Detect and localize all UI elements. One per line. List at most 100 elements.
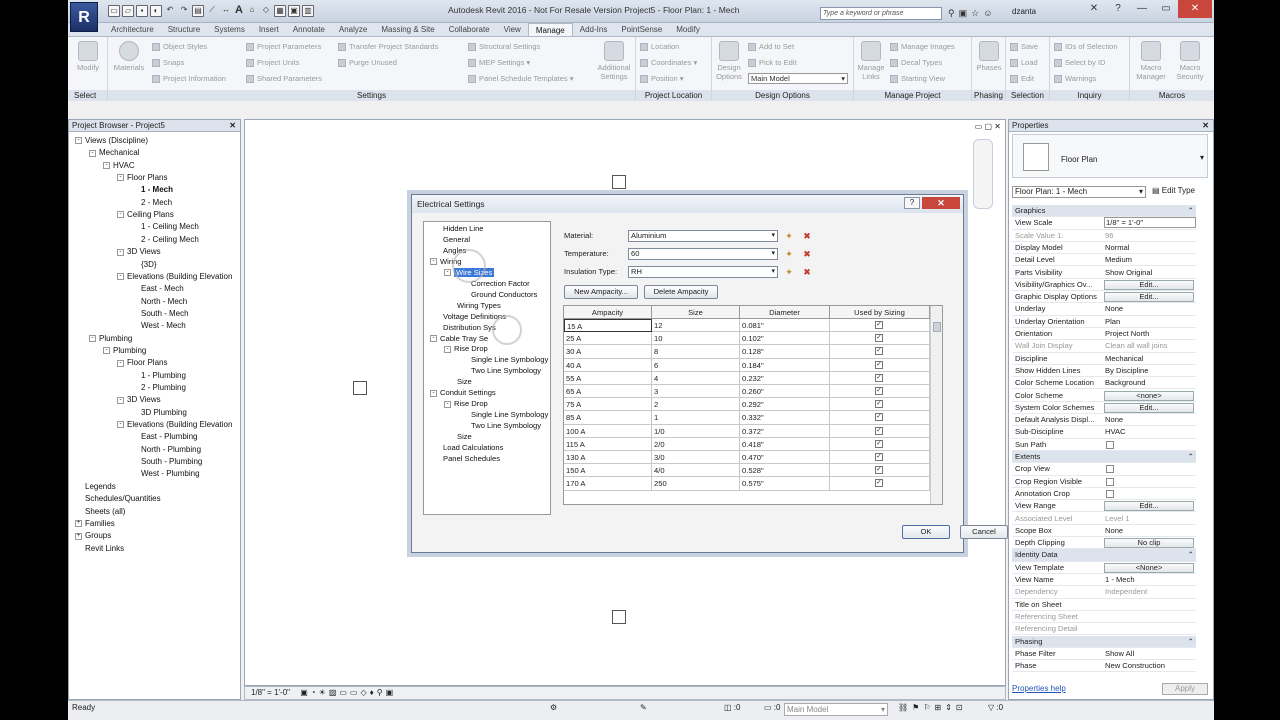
table-cell[interactable]: 3 [652,385,740,398]
table-row[interactable]: 15 A 12 0.081" ✓ [564,319,930,333]
table-cell[interactable]: 0.332" [740,411,830,425]
table-cell[interactable]: 0.128" [740,345,830,359]
table-row[interactable]: 85 A 1 0.332" ✓ [564,411,930,425]
browser-item[interactable]: Schedules/Quantities [75,494,161,503]
table-row[interactable]: 65 A 3 0.260" ✓ [564,385,930,399]
dialog-close-button[interactable]: ✕ [922,197,960,209]
property-edit-button[interactable]: Edit... [1104,279,1194,290]
collapse-icon[interactable]: - [103,347,110,355]
property-row[interactable]: Parts Visibility Show Original [1012,267,1196,279]
text-icon[interactable]: A [234,5,244,17]
property-section[interactable]: Extents ⌃ [1012,451,1196,464]
instance-selector[interactable]: Floor Plan: 1 - Mech ▾ [1012,186,1146,198]
collapse-icon[interactable]: - [75,137,82,145]
settings-tree-item[interactable]: Distribution Sys [430,323,496,332]
property-row[interactable]: View Scale 1/8" = 1'-0" [1012,217,1196,230]
save-icon[interactable]: ▪ [136,5,148,17]
manage-images-button[interactable]: Manage Images [890,42,955,52]
browser-item[interactable]: North - Plumbing [131,445,201,454]
edit-selection-button[interactable]: Edit [1010,74,1034,84]
elevation-marker-north[interactable] [612,175,626,189]
table-cell[interactable]: 0.260" [740,385,830,398]
used-by-sizing-checkbox[interactable]: ✓ [875,387,883,395]
apply-button[interactable]: Apply [1162,683,1208,695]
tab-manage[interactable]: Manage [527,23,573,36]
property-row[interactable]: Detail Level Medium [1012,254,1196,267]
property-value[interactable]: Normal [1104,242,1196,253]
collapse-icon[interactable]: ⌃ [1188,451,1194,462]
scroll-thumb[interactable] [933,322,941,332]
property-row[interactable]: Show Hidden Lines By Discipline [1012,365,1196,378]
table-cell[interactable]: 65 A [564,385,652,398]
settings-tree-item[interactable]: Size [444,432,472,441]
elevation-marker-west[interactable] [353,381,367,395]
3d-view-icon[interactable]: ⌂ [246,5,258,17]
settings-tree-item[interactable]: General [430,235,470,244]
table-cell[interactable]: 3/0 [652,451,740,464]
browser-item[interactable]: {3D} [131,260,157,269]
property-value[interactable]: Plan [1104,316,1196,327]
position-button[interactable]: Position ▾ [640,74,684,84]
materials-button[interactable]: Materials [112,41,146,72]
property-row[interactable]: Discipline Mechanical [1012,353,1196,365]
property-row[interactable]: Dependency Independent [1012,586,1196,599]
browser-item[interactable]: - Floor Plans [117,358,167,367]
property-edit-button[interactable]: <none> [1104,390,1194,401]
table-cell[interactable]: 6 [652,358,740,372]
property-value[interactable]: Project North [1104,328,1196,339]
print-icon[interactable]: ▤ [192,5,204,17]
settings-tree-item[interactable]: Panel Schedules [430,454,500,463]
property-edit-button[interactable]: <None> [1104,562,1194,573]
measure-icon[interactable]: ⟋ [206,5,218,17]
save-selection-button[interactable]: Save [1010,42,1038,52]
phases-button[interactable]: Phases [975,41,1003,72]
select-by-id-button[interactable]: Select by ID [1054,58,1105,68]
property-row[interactable]: Color Scheme Location Background [1012,377,1196,390]
location-button[interactable]: Location [640,42,679,52]
property-value[interactable]: None [1104,414,1196,425]
table-cell[interactable]: 40 A [564,358,652,372]
browser-item[interactable]: - Ceiling Plans [117,210,174,219]
design-option-icon[interactable]: ◫ :0 [724,701,740,715]
collapse-icon[interactable]: ⌃ [1188,636,1194,647]
property-value[interactable]: None [1104,525,1196,536]
property-value[interactable]: Show All [1104,648,1196,659]
property-row[interactable]: Referencing Detail [1012,623,1196,636]
table-cell[interactable]: 1 [652,411,740,425]
table-cell[interactable]: 4 [652,371,740,385]
property-value[interactable]: Background [1104,377,1196,388]
property-checkbox[interactable] [1106,477,1114,486]
navigation-bar[interactable] [973,139,993,209]
maximize-view-icon[interactable]: ▢ [985,122,993,131]
property-value[interactable]: Level 1 [1104,513,1196,524]
collapse-icon[interactable]: - [117,174,124,182]
table-cell[interactable]: 4/0 [652,464,740,478]
undo-icon[interactable]: ↶ [164,5,176,17]
property-edit-button[interactable]: Edit... [1104,292,1194,303]
used-by-sizing-checkbox[interactable]: ✓ [875,479,883,488]
used-by-sizing-checkbox[interactable]: ✓ [875,413,883,422]
collapse-icon[interactable]: ⌃ [1188,549,1194,560]
dialog-help-button[interactable]: ? [904,197,920,209]
settings-tree-item[interactable]: - Rise Drop [444,399,488,408]
table-row[interactable]: 30 A 8 0.128" ✓ [564,345,930,359]
table-cell[interactable]: 85 A [564,411,652,425]
section-icon[interactable]: ◇ [260,5,272,17]
tab-modify[interactable]: Modify [669,23,707,36]
browser-item[interactable]: Revit Links [75,544,124,553]
modify-button[interactable]: Modify [74,41,102,72]
property-row[interactable]: Sub-Discipline HVAC [1012,426,1196,439]
property-section[interactable]: Graphics ⌃ [1012,205,1196,218]
collapse-icon[interactable]: - [103,162,110,170]
column-header[interactable]: Used by Sizing [830,306,930,319]
collapse-icon[interactable]: - [444,269,451,277]
table-cell[interactable]: 55 A [564,371,652,385]
browser-item[interactable]: - Plumbing [89,334,132,343]
worksharing-icon[interactable]: ⚙ [550,701,557,715]
snaps-button[interactable]: Snaps [152,58,184,68]
expand-icon[interactable]: + [75,532,82,540]
property-value[interactable]: Medium [1104,254,1196,265]
table-cell[interactable]: 0.575" [740,477,830,491]
exchange-icon[interactable]: ✕ [1082,0,1106,18]
collapse-icon[interactable]: - [430,389,437,397]
